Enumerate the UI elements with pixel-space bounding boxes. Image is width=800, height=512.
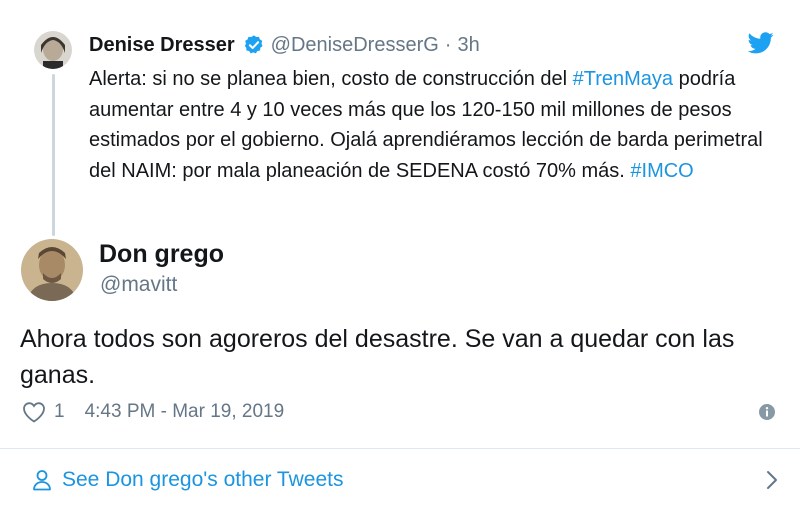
chevron-right-icon[interactable]	[764, 468, 780, 492]
hashtag-link-trenmaya[interactable]: #TrenMaya	[573, 68, 673, 90]
separator-dot: ·	[444, 33, 452, 56]
hashtag-link-imco[interactable]: #IMCO	[630, 160, 693, 182]
main-author-handle[interactable]: @mavitt	[100, 273, 177, 297]
tweet-timestamp[interactable]: 4:43 PM - Mar 19, 2019	[85, 401, 285, 423]
see-other-tweets-label[interactable]: See Don grego's other Tweets	[62, 468, 343, 492]
parent-tweet-time[interactable]: 3h	[457, 34, 479, 57]
tweet-meta-row: 1 4:43 PM - Mar 19, 2019	[22, 397, 776, 427]
parent-author-name[interactable]: Denise Dresser	[89, 34, 235, 57]
parent-author-avatar[interactable]	[34, 31, 72, 69]
parent-author-handle[interactable]: @DeniseDresserG	[271, 34, 439, 57]
heart-icon[interactable]	[22, 401, 46, 423]
main-author-avatar[interactable]	[21, 239, 83, 301]
thread-connector-line	[52, 74, 55, 236]
parent-tweet-text: Alerta: si no se planea bien, costo de c…	[89, 64, 769, 186]
person-icon	[33, 470, 51, 491]
main-tweet-text: Ahora todos son agoreros del desastre. S…	[20, 325, 735, 389]
see-other-tweets-link[interactable]: See Don grego's other Tweets	[22, 463, 780, 497]
verified-badge-icon	[244, 35, 263, 54]
like-count: 1	[54, 401, 65, 422]
main-author-name[interactable]: Don grego	[99, 240, 224, 269]
info-icon[interactable]	[758, 403, 776, 421]
footer-divider	[0, 448, 800, 449]
twitter-bird-icon[interactable]	[748, 32, 774, 54]
parent-text-part: Alerta: si no se planea bien, costo de c…	[89, 68, 573, 90]
parent-tweet-header: Denise Dresser @DeniseDresserG · 3h	[89, 30, 480, 60]
